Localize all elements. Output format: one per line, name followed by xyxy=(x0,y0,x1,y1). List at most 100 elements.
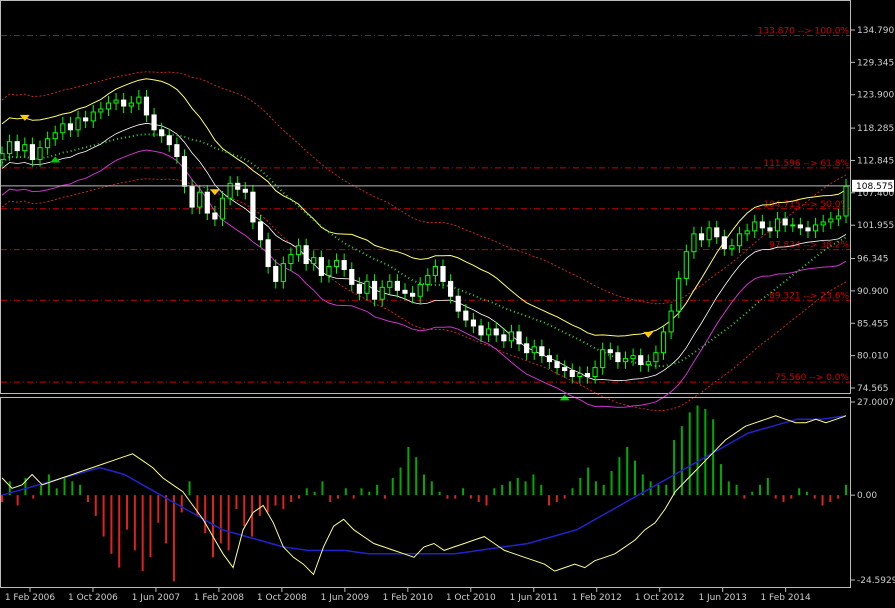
candle-bear xyxy=(356,283,362,294)
candle-bear xyxy=(402,289,408,294)
candle-bull xyxy=(60,123,66,134)
candle-bull xyxy=(668,310,674,333)
time-tick-label: 1 Feb 2014 xyxy=(760,593,811,603)
candle-bear xyxy=(463,310,469,321)
candle-bull xyxy=(508,331,515,342)
candle-bull xyxy=(136,96,142,104)
time-tick-label: 1 Feb 2012 xyxy=(572,593,622,603)
candle-bear xyxy=(121,99,127,107)
time-tick-label: 1 Jun 2007 xyxy=(132,593,180,603)
candle-bull xyxy=(333,260,340,268)
candle-bull xyxy=(379,286,385,300)
candle-bull xyxy=(531,346,537,354)
candle-bull xyxy=(744,230,750,235)
candle-bull xyxy=(128,102,134,107)
candle-bear xyxy=(615,352,621,363)
candle-bull xyxy=(729,245,735,250)
candle-bear xyxy=(189,185,195,208)
candle-bear xyxy=(554,361,560,369)
candle-bear xyxy=(349,268,355,285)
candle-bear xyxy=(257,221,264,241)
candle-bear xyxy=(303,245,309,265)
candle-bear xyxy=(546,355,553,363)
candle-bear xyxy=(440,266,446,282)
candle-bear xyxy=(341,260,347,270)
oscillator-tick-label: 0.00 xyxy=(857,491,877,501)
price-tick-label: 80.010 xyxy=(857,352,889,362)
candle-bull xyxy=(752,221,758,232)
candle-bull xyxy=(630,355,636,360)
candle-bear xyxy=(562,367,568,372)
candle-bear xyxy=(204,191,210,214)
candle-bull xyxy=(592,367,598,377)
price-tick-label: 85.455 xyxy=(857,319,889,329)
candle-bull xyxy=(835,215,841,220)
candle-bear xyxy=(470,319,477,327)
candle-bear xyxy=(721,236,727,250)
candle-bear xyxy=(318,257,324,276)
candle-bull xyxy=(417,283,423,297)
candle-bull xyxy=(311,257,317,265)
candle-bull xyxy=(706,227,712,241)
price-tick-label: 101.955 xyxy=(857,221,894,231)
candle-bull xyxy=(7,141,13,155)
time-tick-label: 1 Oct 2006 xyxy=(68,593,118,603)
candle-bull xyxy=(22,144,28,152)
time-tick-label: 1 Feb 2008 xyxy=(194,593,245,603)
candle-bear xyxy=(410,292,416,297)
candle-bear xyxy=(524,343,530,354)
candle-bull xyxy=(790,224,796,227)
candle-bull xyxy=(45,138,51,149)
candle-bull xyxy=(326,266,332,276)
candle-bear xyxy=(478,325,484,336)
candle-bull xyxy=(683,251,689,279)
fib-level-label: 111.596 --> 61.8% xyxy=(763,159,849,169)
candle-bear xyxy=(493,328,499,336)
time-tick-label: 1 Oct 2010 xyxy=(446,593,496,603)
candle-bear xyxy=(83,117,89,122)
time-tick-label: 1 Feb 2010 xyxy=(383,593,434,603)
fib-level-label: 133.870 --> 100.0% xyxy=(758,26,850,36)
time-tick-label: 1 Oct 2012 xyxy=(635,593,685,603)
candle-bear xyxy=(265,239,271,268)
candle-bear xyxy=(159,129,165,137)
candle-bull xyxy=(113,99,119,104)
candle-bull xyxy=(288,254,294,265)
candle-bear xyxy=(714,227,720,238)
time-tick-label: 1 Feb 2006 xyxy=(5,593,56,603)
chart-canvas: 133.870 --> 100.0% 111.596 --> 61.8% 104.7… xyxy=(0,0,895,608)
candle-bear xyxy=(181,156,188,187)
candle-bull xyxy=(486,328,492,336)
candle-bull xyxy=(828,218,834,223)
candle-bull xyxy=(197,191,203,208)
candle-bear xyxy=(805,227,811,232)
candle-bear xyxy=(242,188,248,193)
time-tick-label: 1 Oct 2008 xyxy=(257,593,307,603)
time-tick-label: 1 Jun 2009 xyxy=(321,593,370,603)
candle-bull xyxy=(75,117,81,131)
candle-bear xyxy=(569,370,575,377)
candle-bull xyxy=(736,233,743,247)
candle-bear xyxy=(797,224,803,229)
oscillator-tick-label: -24.5929 xyxy=(857,576,895,586)
price-tick-label: 134.790 xyxy=(857,26,894,36)
candle-bull xyxy=(425,274,431,285)
candle-bull xyxy=(90,111,96,122)
candle-bull xyxy=(432,266,438,276)
candle-bull xyxy=(0,153,5,161)
price-tick-label: 112.845 xyxy=(857,156,894,166)
candle-bull xyxy=(774,218,781,232)
candle-bear xyxy=(607,349,613,354)
current-price-label: 108.575 xyxy=(856,182,893,192)
candle-bear xyxy=(501,334,507,342)
candle-bear xyxy=(584,373,591,377)
candle-bear xyxy=(67,123,74,131)
fib-level-label: 89.321 --> 23.6% xyxy=(769,291,849,301)
candle-bear xyxy=(767,227,773,232)
candle-bear xyxy=(371,280,378,300)
candle-bull xyxy=(812,224,819,232)
candle-bear xyxy=(698,233,705,241)
candle-bear xyxy=(212,212,218,220)
candle-bear xyxy=(273,266,279,282)
candle-bull xyxy=(843,185,849,217)
